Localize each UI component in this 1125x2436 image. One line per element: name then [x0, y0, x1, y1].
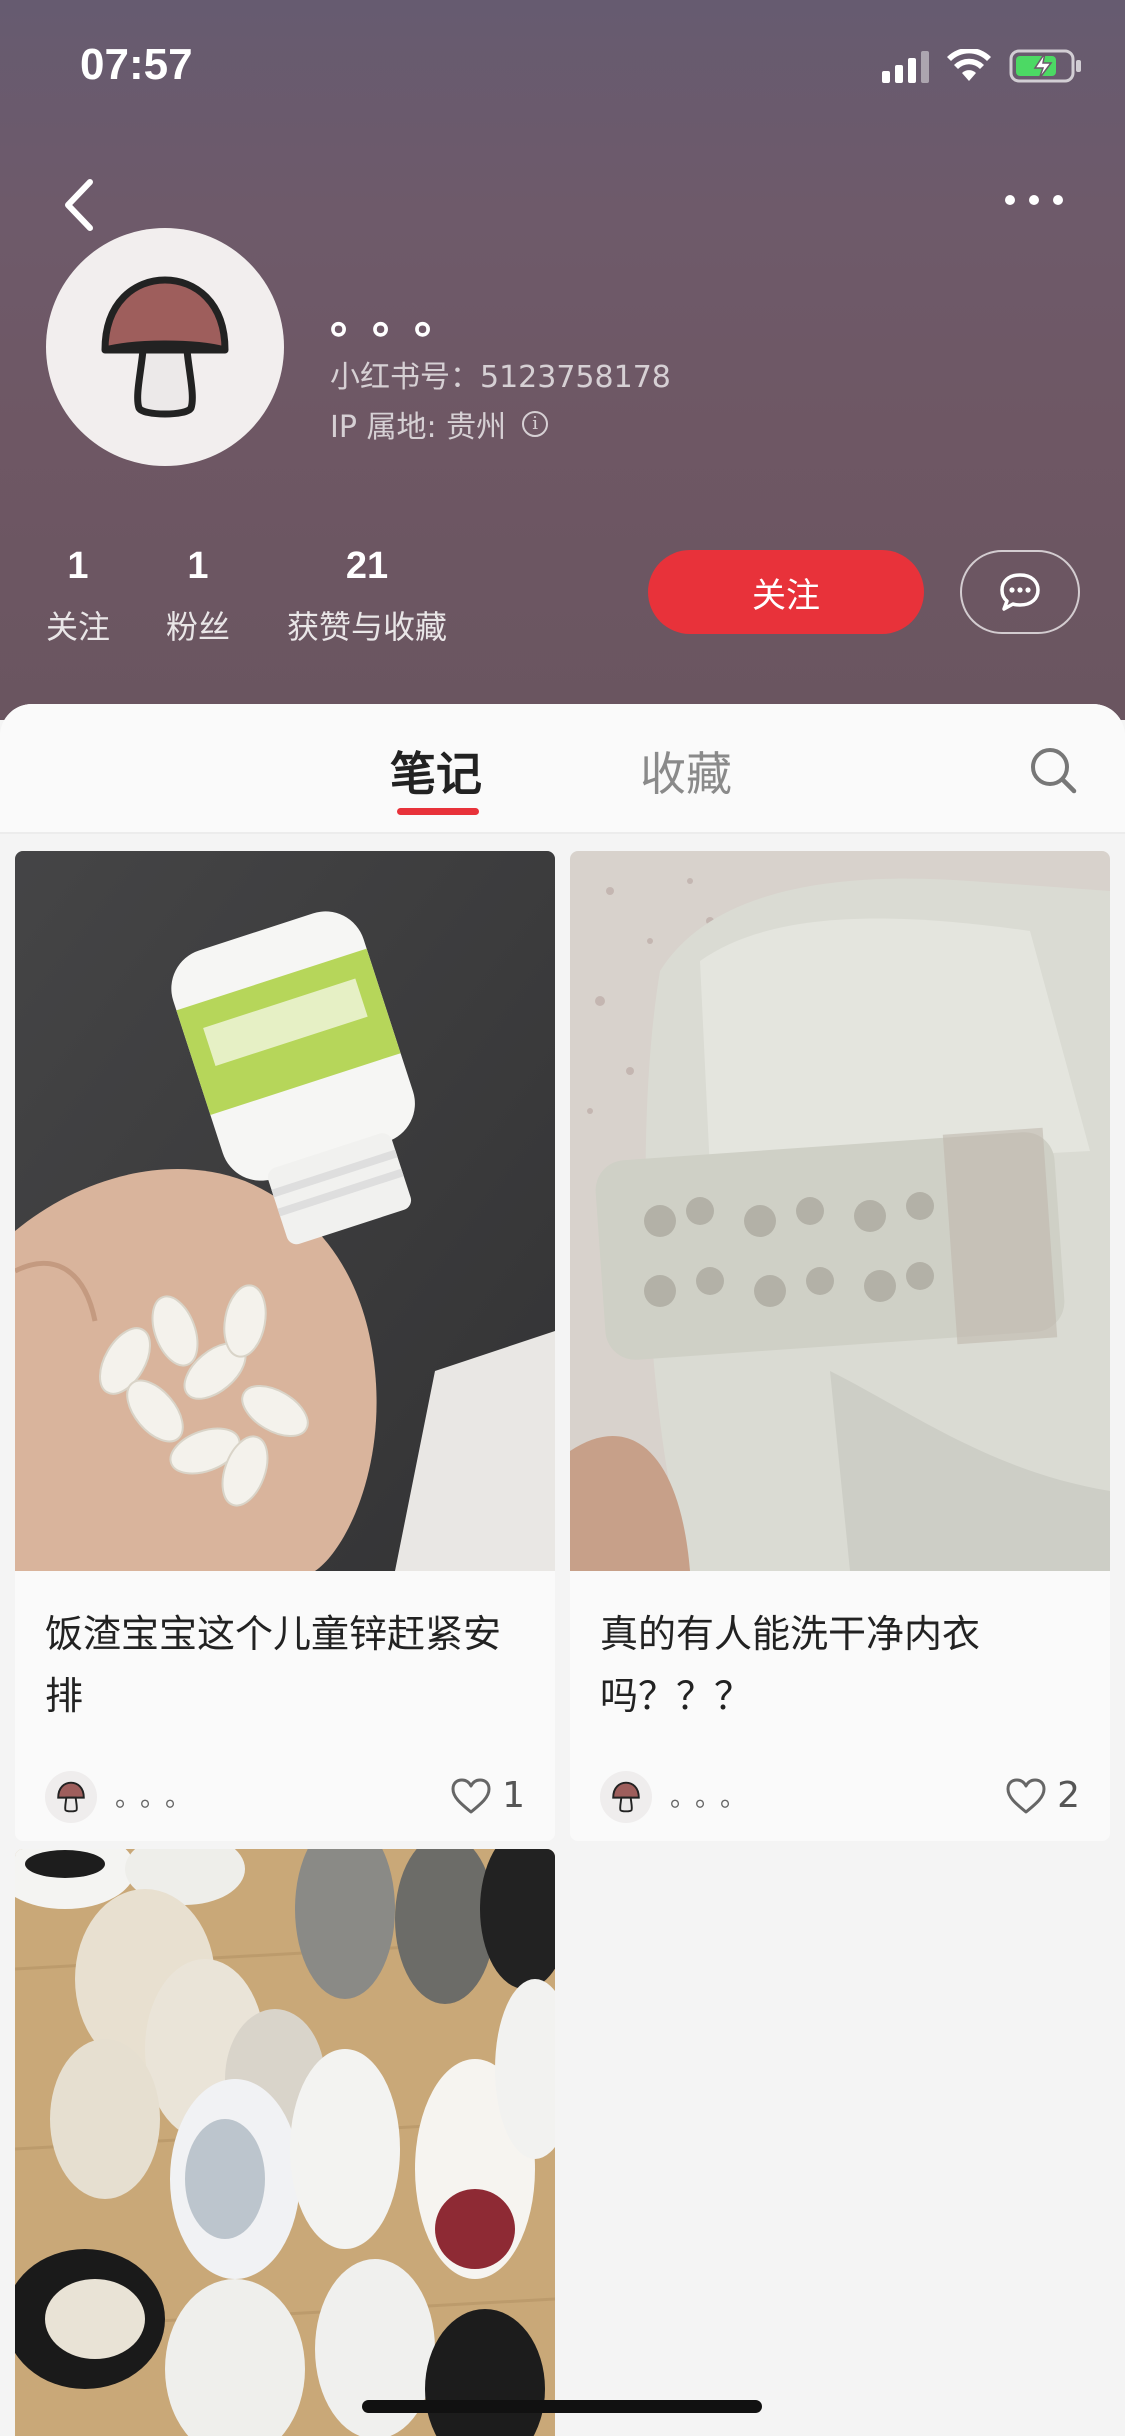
author-avatar[interactable]: [45, 1771, 97, 1823]
stat-likes[interactable]: 21 获赞与收藏: [282, 545, 452, 648]
note-title: 真的有人能洗干净内衣吗？？？: [600, 1612, 981, 1718]
ip-location-row: IP 属地: 贵州 i: [330, 402, 549, 446]
search-icon[interactable]: [1027, 744, 1079, 796]
author-name[interactable]: 。。。: [115, 1777, 203, 1814]
like-count: 1: [502, 1775, 525, 1816]
profile-nickname: 。。。: [330, 293, 478, 344]
status-bar: 07:57: [0, 0, 1125, 135]
battery-charging-icon: [1009, 49, 1081, 83]
sneakers-floor-photo: [15, 1849, 555, 2436]
pills-bottle-photo: [15, 851, 555, 1571]
cellular-signal-icon: [882, 49, 929, 83]
heart-outline-icon: [1006, 1778, 1046, 1813]
status-time: 07:57: [80, 40, 193, 89]
mushroom-avatar-icon: [101, 276, 229, 418]
mushroom-avatar-icon: [57, 1781, 85, 1813]
profile-header: 07:57 。。。 小红书号：5123758178 IP 属地: 贵州 i 1 …: [0, 0, 1125, 720]
redbook-id: 小红书号：5123758178: [330, 360, 671, 395]
stat-likes-label: 获赞与收藏: [286, 608, 447, 646]
stat-following-label: 关注: [45, 608, 110, 646]
note-footer: 。。。 1: [45, 1771, 525, 1827]
follow-button[interactable]: 关注: [648, 550, 924, 634]
author-avatar[interactable]: [600, 1771, 652, 1823]
note-footer: 。。。 2: [600, 1771, 1080, 1827]
info-icon[interactable]: i: [522, 411, 549, 437]
like-button[interactable]: 1: [450, 1775, 525, 1816]
mushroom-avatar-icon: [612, 1781, 640, 1813]
stat-following-count: 1: [67, 545, 89, 587]
home-indicator[interactable]: [362, 2400, 762, 2413]
note-title: 饭渣宝宝这个儿童锌赶紧安排: [45, 1612, 502, 1718]
notes-panel: 笔记 收藏 饭渣宝宝这个儿童锌赶紧安排 。。。 1 真的有人能洗干净内衣吗？？？…: [0, 704, 1125, 2436]
back-chevron-icon[interactable]: [50, 170, 110, 240]
chat-bubble-icon: [1000, 573, 1040, 611]
tab-notes[interactable]: 笔记: [390, 738, 482, 804]
tab-active-indicator: [397, 808, 479, 815]
heart-outline-icon: [451, 1778, 491, 1813]
chat-button[interactable]: [960, 550, 1080, 634]
note-card[interactable]: [15, 1849, 555, 2436]
stat-fans-label: 粉丝: [165, 608, 230, 646]
like-button[interactable]: 2: [1005, 1775, 1080, 1816]
author-name[interactable]: 。。。: [670, 1777, 758, 1814]
tab-collections[interactable]: 收藏: [640, 738, 732, 804]
stat-likes-count: 21: [345, 545, 389, 587]
avatar[interactable]: [46, 228, 284, 466]
stat-fans[interactable]: 1 粉丝: [162, 545, 234, 648]
like-count: 2: [1057, 1775, 1080, 1816]
stat-fans-count: 1: [187, 545, 209, 587]
status-icons: [882, 48, 1083, 84]
note-card[interactable]: 真的有人能洗干净内衣吗？？？ 。。。 2: [570, 851, 1110, 1841]
ip-location: IP 属地: 贵州: [330, 410, 507, 445]
more-dots-icon[interactable]: [1005, 180, 1075, 220]
stat-following[interactable]: 1 关注: [42, 545, 114, 648]
wifi-icon: [947, 49, 991, 81]
underwear-closeup-photo: [570, 851, 1110, 1571]
note-card[interactable]: 饭渣宝宝这个儿童锌赶紧安排 。。。 1: [15, 851, 555, 1841]
tab-bar: 笔记 收藏: [0, 704, 1125, 834]
